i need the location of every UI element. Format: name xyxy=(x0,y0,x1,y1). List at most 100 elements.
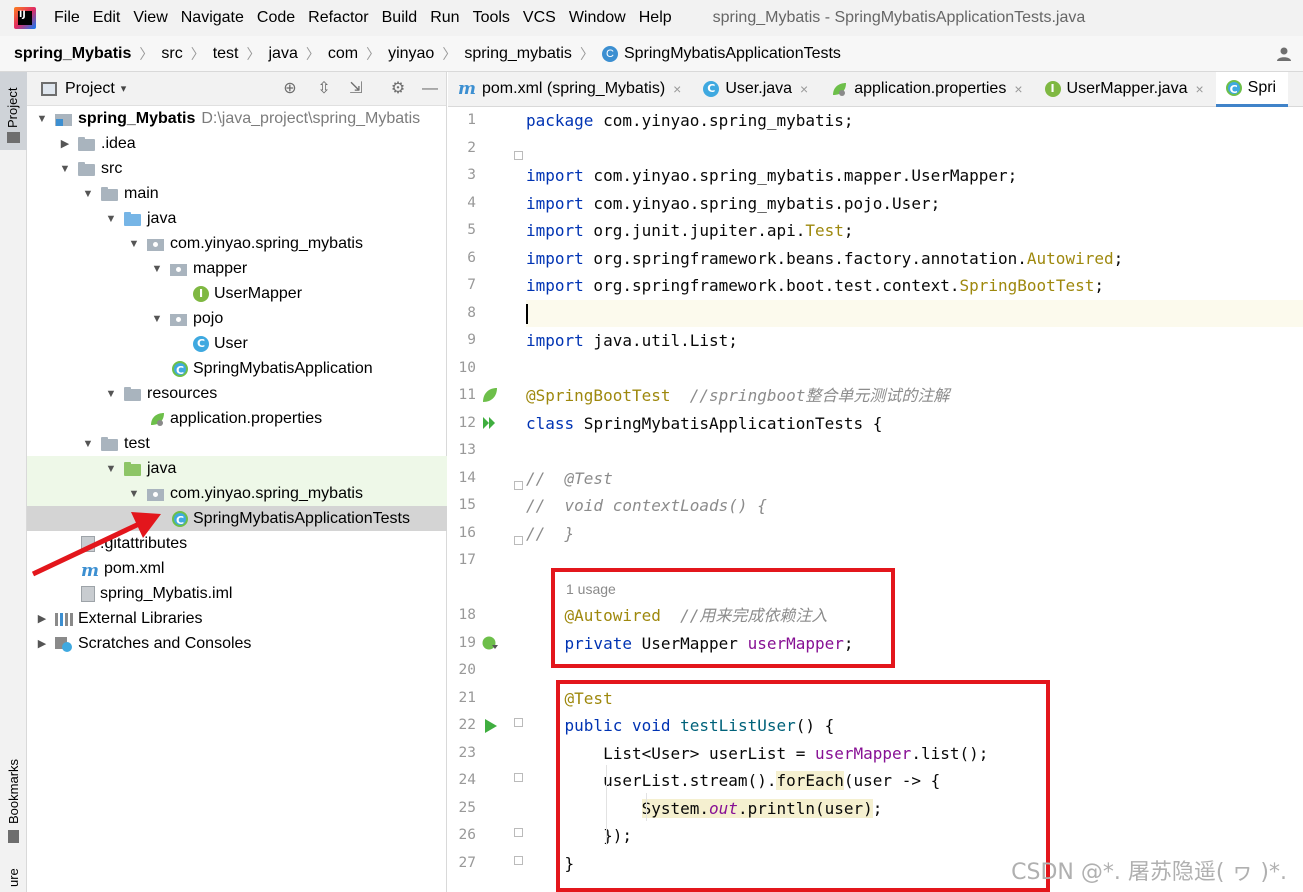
line-number: 12 xyxy=(458,414,476,431)
run-all-tests-icon[interactable] xyxy=(482,415,498,431)
tree-item-user[interactable]: C User xyxy=(27,331,447,356)
breadcrumb-com[interactable]: com xyxy=(328,45,358,63)
code-text: ; xyxy=(1094,276,1104,295)
chevron-down-icon[interactable]: ▾ xyxy=(121,82,127,95)
current-code-line xyxy=(526,299,1303,327)
close-icon[interactable]: × xyxy=(673,81,681,97)
chevron-down-icon[interactable]: ▼ xyxy=(81,188,95,200)
chevron-down-icon[interactable]: ▼ xyxy=(127,488,141,500)
chevron-right-icon[interactable]: ▶ xyxy=(35,637,49,650)
locate-icon[interactable]: ⊕ xyxy=(281,80,299,98)
breadcrumb-project[interactable]: spring_Mybatis xyxy=(14,45,131,63)
autowired-bean-icon[interactable] xyxy=(482,635,500,651)
interface-icon: I xyxy=(193,285,209,302)
source-folder-icon xyxy=(124,211,142,227)
structure-tool-label[interactable]: ure xyxy=(6,868,21,887)
folder-icon xyxy=(101,436,119,452)
fold-marker-icon[interactable] xyxy=(514,481,523,490)
tree-item-test[interactable]: ▼ test xyxy=(27,431,447,456)
user-icon[interactable] xyxy=(1277,46,1293,62)
fold-marker-icon[interactable] xyxy=(514,773,523,782)
breadcrumb-src[interactable]: src xyxy=(161,45,182,63)
menu-edit[interactable]: Edit xyxy=(93,9,121,27)
chevron-down-icon[interactable]: ▼ xyxy=(81,438,95,450)
chevron-down-icon[interactable]: ▼ xyxy=(150,263,164,275)
run-test-icon[interactable] xyxy=(484,718,498,734)
gear-icon[interactable]: ⚙ xyxy=(389,80,407,98)
tree-item-application-properties[interactable]: application.properties xyxy=(27,406,447,431)
minimize-icon[interactable]: — xyxy=(421,80,439,98)
tree-item-main-java[interactable]: ▼ java xyxy=(27,206,447,231)
line-number: 25 xyxy=(458,799,476,816)
menu-navigate[interactable]: Navigate xyxy=(181,9,244,27)
breadcrumb-spring-mybatis[interactable]: spring_mybatis xyxy=(464,45,572,63)
menu-build[interactable]: Build xyxy=(382,9,418,27)
close-icon[interactable]: × xyxy=(800,81,808,97)
tree-item-scratches[interactable]: ▶ Scratches and Consoles xyxy=(27,631,447,656)
menu-window[interactable]: Window xyxy=(569,9,626,27)
chevron-down-icon[interactable]: ▼ xyxy=(127,238,141,250)
line-number: 24 xyxy=(458,772,476,788)
chevron-down-icon[interactable]: ▼ xyxy=(104,388,118,400)
fold-marker-icon[interactable] xyxy=(514,536,523,545)
code-annotation: Test xyxy=(805,221,844,240)
breadcrumb-test[interactable]: test xyxy=(213,45,239,63)
tab-application-properties[interactable]: application.properties × xyxy=(820,72,1034,107)
code-keyword: import xyxy=(526,331,584,350)
chevron-down-icon[interactable]: ▼ xyxy=(104,463,118,475)
menu-vcs[interactable]: VCS xyxy=(523,9,556,27)
fold-marker-icon[interactable] xyxy=(514,718,523,727)
fold-marker-icon[interactable] xyxy=(514,856,523,865)
tree-item-label: resources xyxy=(147,384,218,402)
tree-item-resources[interactable]: ▼ resources xyxy=(27,381,447,406)
menu-file[interactable]: File xyxy=(54,9,80,27)
chevron-right-icon[interactable]: ▶ xyxy=(58,137,72,150)
code-line-comment: // } xyxy=(526,523,575,543)
menu-tools[interactable]: Tools xyxy=(473,9,510,27)
tab-user-java[interactable]: C User.java × xyxy=(693,72,820,107)
project-tool-button[interactable]: Project xyxy=(0,72,27,150)
tree-item-test-java[interactable]: ▼ java xyxy=(27,456,447,481)
menu-help[interactable]: Help xyxy=(639,9,672,27)
close-icon[interactable]: × xyxy=(1195,81,1203,97)
chevron-right-icon[interactable]: ▶ xyxy=(35,612,49,625)
tree-item-idea[interactable]: ▶ .idea xyxy=(27,131,447,156)
menu-refactor[interactable]: Refactor xyxy=(308,9,368,27)
breadcrumb-java[interactable]: java xyxy=(268,45,297,63)
line-number: 2 xyxy=(467,139,476,156)
bookmark-icon[interactable] xyxy=(8,830,19,843)
collapse-all-icon[interactable]: ⇲ xyxy=(347,80,365,98)
tree-item-pojo[interactable]: ▼ pojo xyxy=(27,306,447,331)
menu-run[interactable]: Run xyxy=(430,9,459,27)
tab-usermapper-java[interactable]: I UserMapper.java × xyxy=(1035,72,1216,107)
chevron-down-icon[interactable]: ▼ xyxy=(104,213,118,225)
editor-gutter[interactable]: 1 2 3 4 5 6 7 8 9 10 11 12 13 14 15 16 1… xyxy=(448,107,526,892)
project-panel-title[interactable]: Project xyxy=(65,80,115,98)
breadcrumb-class[interactable]: SpringMybatisApplicationTests xyxy=(624,45,841,63)
menu-view[interactable]: View xyxy=(133,9,167,27)
fold-marker-icon[interactable] xyxy=(514,151,523,160)
tree-item-main[interactable]: ▼ main xyxy=(27,181,447,206)
bookmarks-tool-label[interactable]: Bookmarks xyxy=(6,759,21,824)
tree-item-label: spring_Mybatis xyxy=(78,109,196,127)
tree-item-usermapper[interactable]: I UserMapper xyxy=(27,281,447,306)
line-number: 22 xyxy=(458,717,476,733)
expand-all-icon[interactable]: ⇳ xyxy=(315,80,333,98)
tree-item-project-root[interactable]: ▼ spring_Mybatis D:\java_project\spring_… xyxy=(27,106,447,131)
tab-pom-xml[interactable]: m pom.xml (spring_Mybatis) × xyxy=(448,72,693,107)
tab-springmybatisapplicationtests[interactable]: C Spri xyxy=(1215,71,1289,107)
tree-item-springmybatisapplication[interactable]: C SpringMybatisApplication xyxy=(27,356,447,381)
tree-item-external-libraries[interactable]: ▶ External Libraries xyxy=(27,606,447,631)
menu-code[interactable]: Code xyxy=(257,9,295,27)
spring-bean-icon[interactable] xyxy=(482,387,498,403)
tree-item-mapper[interactable]: ▼ mapper xyxy=(27,256,447,281)
fold-marker-icon[interactable] xyxy=(514,828,523,837)
chevron-down-icon[interactable]: ▼ xyxy=(150,313,164,325)
close-icon[interactable]: × xyxy=(1014,81,1022,97)
tree-item-main-package[interactable]: ▼ com.yinyao.spring_mybatis xyxy=(27,231,447,256)
chevron-down-icon[interactable]: ▼ xyxy=(35,113,49,125)
breadcrumb-yinyao[interactable]: yinyao xyxy=(388,45,434,63)
tree-item-iml[interactable]: spring_Mybatis.iml xyxy=(27,581,447,606)
chevron-down-icon[interactable]: ▼ xyxy=(58,163,72,175)
tree-item-src[interactable]: ▼ src xyxy=(27,156,447,181)
